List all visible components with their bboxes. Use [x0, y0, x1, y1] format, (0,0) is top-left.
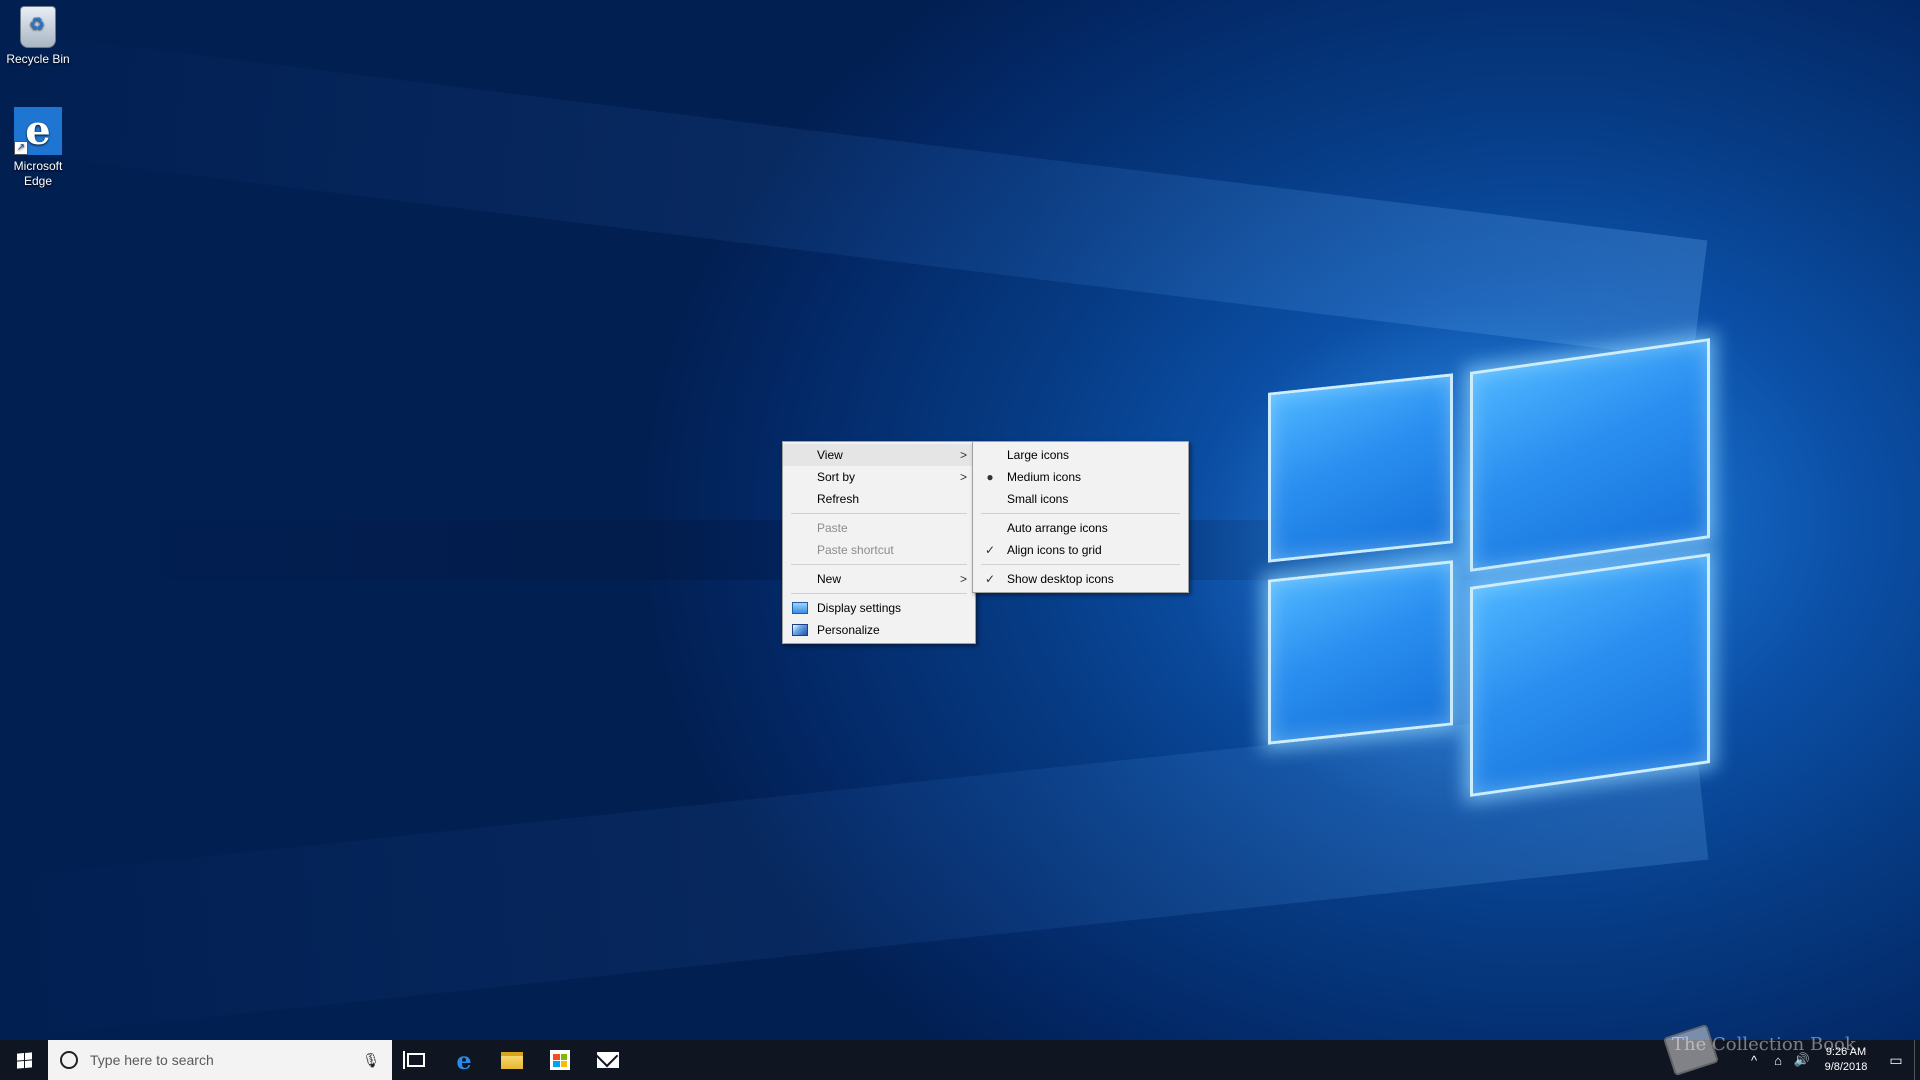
logo-pane [1470, 338, 1710, 572]
menu-item-label: Sort by [817, 470, 856, 484]
submenu-item-small-icons[interactable]: Small icons [973, 488, 1188, 510]
edge-icon: e ↗ [14, 107, 62, 155]
menu-item-personalize[interactable]: Personalize [783, 619, 975, 641]
menu-item-label: Large icons [1007, 448, 1070, 462]
menu-item-label: Align icons to grid [1007, 543, 1102, 557]
menu-separator [981, 513, 1180, 514]
show-desktop-button[interactable] [1914, 1040, 1920, 1080]
taskbar-edge-button[interactable]: e [440, 1040, 488, 1080]
menu-separator [791, 564, 967, 565]
desktop-icon-label: Microsoft Edge [13, 159, 63, 188]
checkmark-icon: ✓ [984, 572, 996, 586]
menu-item-paste-shortcut: Paste shortcut [783, 539, 975, 561]
menu-item-label: View [817, 448, 843, 462]
microphone-icon[interactable]: 🎙 [362, 1052, 380, 1069]
checkmark-icon: ✓ [984, 543, 996, 557]
taskbar-file-explorer-button[interactable] [488, 1040, 536, 1080]
menu-item-label: Display settings [817, 601, 902, 615]
edge-icon: e [456, 1045, 472, 1075]
task-view-icon [403, 1051, 425, 1069]
desktop-icon-microsoft-edge[interactable]: e ↗ Microsoft Edge [0, 107, 76, 189]
menu-item-display-settings[interactable]: Display settings [783, 597, 975, 619]
desktop-icon-recycle-bin[interactable]: Recycle Bin [0, 6, 76, 67]
menu-item-label: Paste shortcut [817, 543, 894, 557]
menu-item-label: Paste [817, 521, 848, 535]
mail-icon [597, 1052, 619, 1068]
taskbar: Type here to search 🎙 e ^ ⌂ 🔊 9:26 AM 9/… [0, 1040, 1920, 1080]
start-button[interactable] [0, 1040, 48, 1080]
desktop-context-menu: View > Sort by > Refresh Paste Paste sho… [782, 441, 976, 644]
menu-separator [981, 564, 1180, 565]
menu-item-sort-by[interactable]: Sort by > [783, 466, 975, 488]
taskbar-search-box[interactable]: Type here to search 🎙 [48, 1040, 392, 1080]
logo-pane [1268, 560, 1453, 745]
clock-date: 9/8/2018 [1824, 1061, 1868, 1073]
submenu-item-auto-arrange[interactable]: Auto arrange icons [973, 517, 1188, 539]
menu-item-label: Medium icons [1007, 470, 1082, 484]
taskbar-store-button[interactable] [536, 1040, 584, 1080]
windows-logo-wallpaper [1260, 338, 1720, 797]
logo-pane [1470, 553, 1710, 797]
shortcut-arrow-icon: ↗ [14, 141, 28, 155]
windows-start-icon [16, 1051, 32, 1069]
submenu-item-large-icons[interactable]: Large icons [973, 444, 1188, 466]
submenu-item-medium-icons[interactable]: ● Medium icons [973, 466, 1188, 488]
chevron-right-icon: > [959, 572, 967, 586]
menu-item-view[interactable]: View > [783, 444, 975, 466]
menu-item-label: Auto arrange icons [1007, 521, 1108, 535]
menu-separator [791, 593, 967, 594]
menu-item-label: Show desktop icons [1007, 572, 1114, 586]
view-submenu: Large icons ● Medium icons Small icons A… [972, 441, 1189, 593]
task-view-button[interactable] [392, 1040, 440, 1080]
display-settings-icon [792, 602, 808, 614]
submenu-item-align-to-grid[interactable]: ✓ Align icons to grid [973, 539, 1188, 561]
recycle-bin-icon [20, 6, 56, 48]
menu-item-paste: Paste [783, 517, 975, 539]
bullet-icon: ● [986, 470, 994, 484]
menu-item-label: Personalize [817, 623, 880, 637]
cortana-icon [60, 1051, 78, 1069]
menu-item-label: Refresh [817, 492, 860, 506]
submenu-item-show-desktop-icons[interactable]: ✓ Show desktop icons [973, 568, 1188, 590]
search-placeholder: Type here to search [90, 1052, 214, 1068]
store-icon [550, 1050, 570, 1070]
menu-item-label: New [817, 572, 842, 586]
taskbar-mail-button[interactable] [584, 1040, 632, 1080]
file-explorer-icon [501, 1051, 523, 1069]
menu-separator [791, 513, 967, 514]
menu-item-new[interactable]: New > [783, 568, 975, 590]
personalize-icon [792, 624, 808, 636]
logo-pane [1268, 373, 1453, 562]
chevron-right-icon: > [959, 448, 967, 462]
chevron-right-icon: > [959, 470, 967, 484]
menu-item-refresh[interactable]: Refresh [783, 488, 975, 510]
menu-item-label: Small icons [1007, 492, 1069, 506]
desktop-icon-label: Recycle Bin [6, 52, 70, 66]
action-center-icon[interactable]: ▭ [1878, 1052, 1914, 1069]
watermark-text: The Collection Book [1672, 1034, 1856, 1055]
